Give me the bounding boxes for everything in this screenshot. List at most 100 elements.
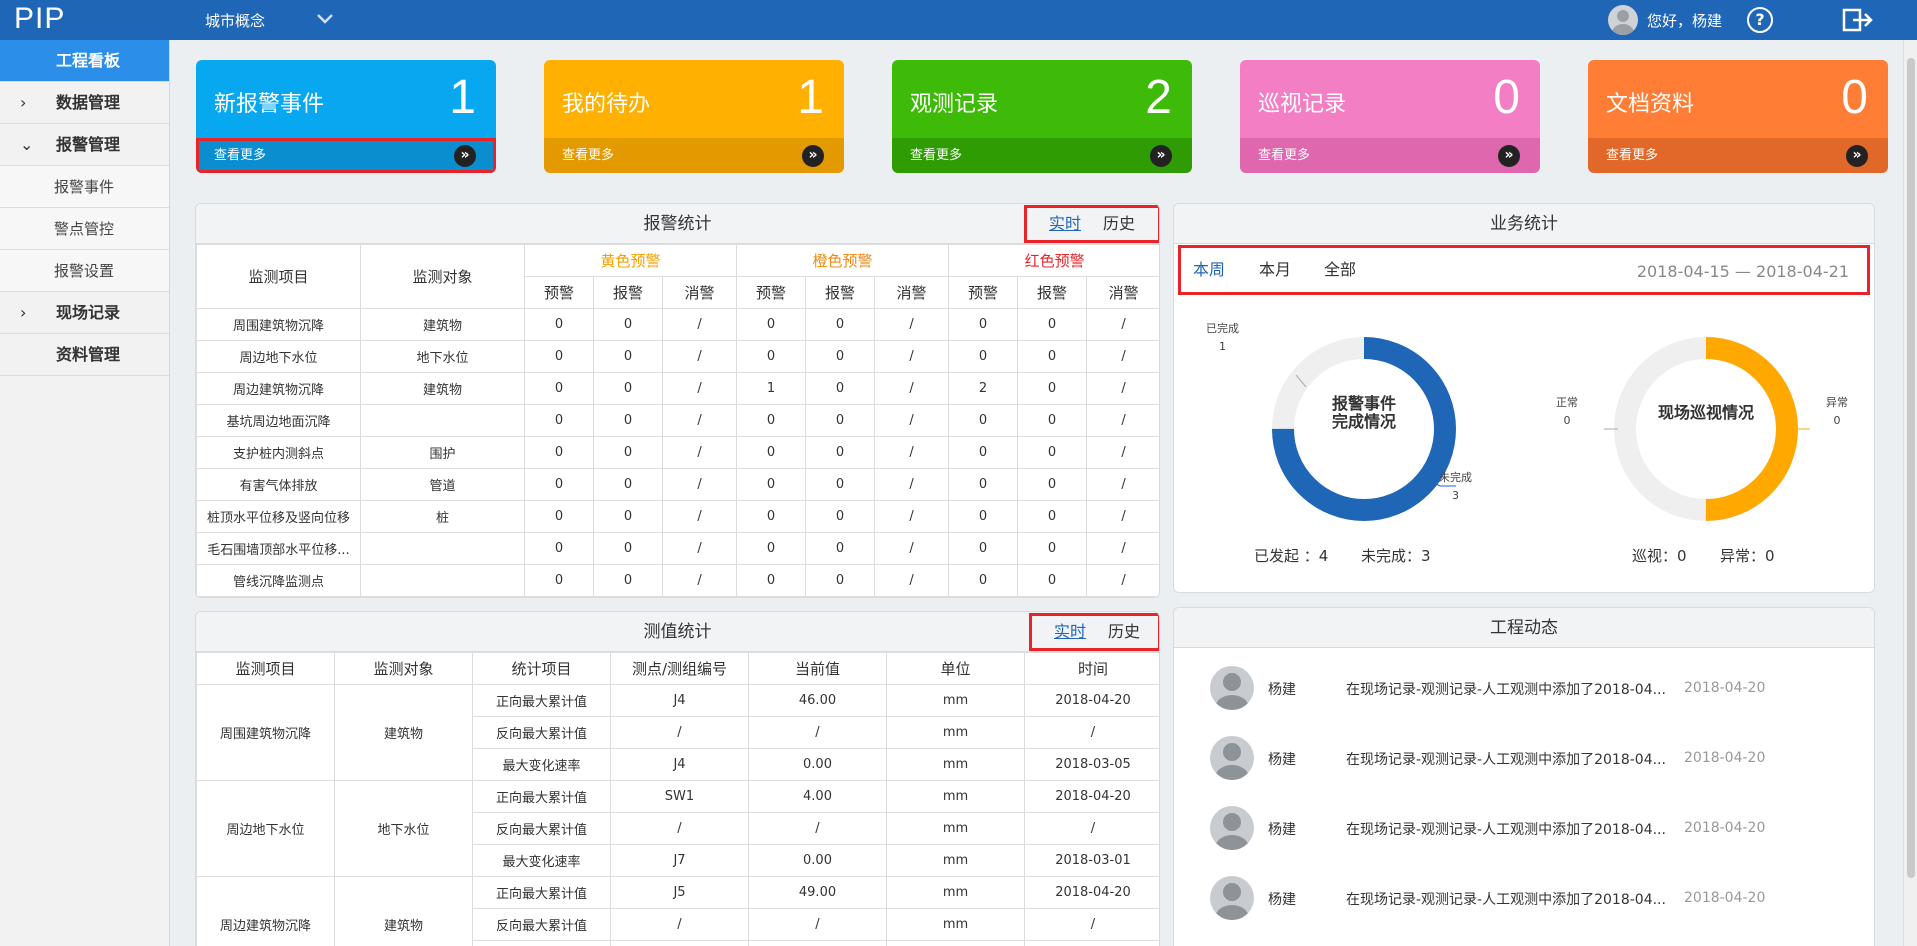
sidebar-item-documents[interactable]: 资料管理	[0, 334, 169, 376]
table-cell: 反向最大累计值	[472, 908, 611, 941]
col-subheader: 消警	[1086, 276, 1159, 309]
table-cell: /	[661, 340, 738, 373]
table-cell: 0	[948, 500, 1019, 533]
table-cell: /	[661, 500, 738, 533]
table-row[interactable]: 有害气体排放 管道 0 0/0 0/0 0/	[196, 468, 1159, 501]
table-cell: /	[874, 532, 950, 565]
table-cell: 地下水位	[360, 340, 525, 373]
activity-item[interactable]: 杨建 在现场记录-观测记录-人工观测中添加了2018-04... 2018-04…	[1210, 876, 1850, 920]
measure-table-body: 周围建筑物沉降 建筑物 正向最大累计值 J4 46.00 mm 2018-04-20 反向最大…	[196, 684, 1159, 946]
sidebar-item-data-management[interactable]: › 数据管理	[0, 82, 169, 124]
donut-undone-label: 未完成 3	[1439, 469, 1472, 502]
double-chevron-right-icon[interactable]: »	[1846, 145, 1868, 167]
table-row[interactable]: 基坑周边地面沉降 0 0/0 0/0 0/	[196, 404, 1159, 437]
table-row[interactable]: 桩顶水平位移及竖向位移桩 0 0/0 0/0 0/	[196, 500, 1159, 533]
col-subheader: 预警	[948, 276, 1019, 309]
table-row[interactable]: 周边建筑物沉降 建筑物 正向最大累计值 J5 49.00 mm 2018-04-20	[196, 876, 1159, 946]
table-cell: /	[874, 372, 950, 405]
table-cell: 0	[1017, 340, 1088, 373]
card-more-link[interactable]: 查看更多 »	[1240, 138, 1540, 173]
table-cell: 0	[736, 468, 807, 501]
double-chevron-right-icon[interactable]: »	[802, 145, 824, 167]
table-cell: 0	[593, 404, 663, 437]
card-more-label: 查看更多	[562, 148, 615, 163]
table-cell: 桩顶水平位移及竖向位移	[196, 500, 361, 533]
activity-item[interactable]: 杨建 在现场记录-观测记录-人工观测中添加了2018-04... 2018-04…	[1210, 736, 1850, 780]
card-more-link[interactable]: 查看更多 »	[544, 138, 844, 173]
sidebar-item-dashboard[interactable]: 工程看板	[0, 40, 169, 82]
activity-text[interactable]: 在现场记录-观测记录-人工观测中添加了2018-04...	[1346, 819, 1666, 839]
table-cell: /	[748, 812, 887, 845]
tab-history[interactable]: 历史	[1103, 209, 1135, 239]
card-more-label: 查看更多	[910, 148, 963, 163]
table-cell: 0	[948, 308, 1019, 341]
tab-realtime[interactable]: 实时	[1054, 617, 1086, 647]
sidebar-subitem-alarm-points[interactable]: 警点管控	[0, 208, 169, 250]
table-cell: /	[1086, 404, 1159, 437]
table-cell: /	[1086, 340, 1159, 373]
table-row[interactable]: 周边建筑物沉降 建筑物 0 0/1 0/2 0/	[196, 372, 1159, 405]
table-cell: /	[661, 372, 738, 405]
col-header: 单位	[886, 652, 1025, 685]
double-chevron-right-icon[interactable]: »	[454, 145, 476, 167]
avatar	[1210, 876, 1254, 920]
help-icon[interactable]: ?	[1747, 7, 1773, 33]
sidebar-subitem-alarm-settings[interactable]: 报警设置	[0, 250, 169, 292]
table-cell: 2018-03-05	[1024, 940, 1159, 946]
app-logo[interactable]: PIP	[14, 2, 65, 36]
table-cell: mm	[886, 908, 1025, 941]
measure-stats-table: 监测项目 监测对象 统计项目 测点/测组编号 当前值 单位 时间 周围建筑物沉降 建筑物 正向最…	[196, 652, 1159, 946]
table-cell: 0	[948, 340, 1019, 373]
table-cell: /	[661, 564, 738, 597]
logout-icon[interactable]	[1842, 8, 1874, 32]
col-header-object: 监测对象	[360, 244, 525, 309]
card-more-link[interactable]: 查看更多 »	[1588, 138, 1888, 173]
table-row[interactable]: 周边地下水位 地下水位 0 0/0 0/0 0/	[196, 340, 1159, 373]
table-cell: /	[1086, 468, 1159, 501]
tab-realtime[interactable]: 实时	[1049, 209, 1081, 239]
page-scrollbar[interactable]	[1903, 40, 1917, 946]
filter-this-month[interactable]: 本月	[1259, 256, 1291, 280]
sidebar-item-alarm-management[interactable]: ⌄ 报警管理	[0, 124, 169, 166]
table-cell: 0	[1017, 564, 1088, 597]
filter-this-week[interactable]: 本周	[1193, 256, 1225, 280]
table-row[interactable]: 周围建筑物沉降 建筑物 0 0/0 0/0 0/	[196, 308, 1159, 341]
table-row[interactable]: 支护桩内测斜点 围护 0 0/0 0/0 0/	[196, 436, 1159, 469]
card-more-link[interactable]: 查看更多 »	[892, 138, 1192, 173]
alarm-stats-tabs: 实时 历史	[1024, 205, 1159, 243]
project-selector-label[interactable]: 城市概念	[205, 10, 265, 31]
double-chevron-right-icon[interactable]: »	[1498, 145, 1520, 167]
table-cell: 地下水位	[334, 780, 473, 877]
table-cell: 0	[805, 564, 876, 597]
sidebar-item-label: 资料管理	[56, 345, 121, 364]
table-cell: 0	[805, 436, 876, 469]
table-row[interactable]: 周边地下水位 地下水位 正向最大累计值 SW1 4.00 mm 2018-04-20	[196, 780, 1159, 877]
activity-item[interactable]: 杨建 在现场记录-观测记录-人工观测中添加了2018-04... 2018-04…	[1210, 666, 1850, 710]
col-header: 统计项目	[472, 652, 611, 685]
table-row[interactable]: 管线沉降监测点 0 0/0 0/0 0/	[196, 564, 1159, 597]
chevron-down-icon[interactable]	[314, 8, 336, 30]
sidebar-subitem-alarm-events[interactable]: 报警事件	[0, 166, 169, 208]
col-subheader: 报警	[805, 276, 876, 309]
table-cell: 管道	[360, 468, 525, 501]
table-row[interactable]: 周围建筑物沉降 建筑物 正向最大累计值 J4 46.00 mm 2018-04-20	[196, 684, 1159, 781]
card-more-label: 查看更多	[1258, 148, 1311, 163]
center-line-1: 报警事件	[1331, 394, 1396, 413]
card-more-link[interactable]: 查看更多 »	[196, 138, 496, 173]
table-cell	[360, 564, 525, 597]
sidebar-item-site-records[interactable]: › 现场记录	[0, 292, 169, 334]
activity-item[interactable]: 杨建 在现场记录-观测记录-人工观测中添加了2018-04... 2018-04…	[1210, 806, 1850, 850]
double-chevron-right-icon[interactable]: »	[1150, 145, 1172, 167]
tab-history[interactable]: 历史	[1108, 617, 1140, 647]
filter-all[interactable]: 全部	[1324, 256, 1356, 280]
card-count: 1	[449, 71, 476, 124]
panel-header: 报警统计 实时 历史	[196, 204, 1159, 244]
activity-text[interactable]: 在现场记录-观测记录-人工观测中添加了2018-04...	[1346, 679, 1666, 699]
table-row[interactable]: 毛石围墙顶部水平位移... 0 0/0 0/0 0/	[196, 532, 1159, 565]
user-avatar[interactable]	[1608, 5, 1638, 35]
activity-text[interactable]: 在现场记录-观测记录-人工观测中添加了2018-04...	[1346, 749, 1666, 769]
activity-text[interactable]: 在现场记录-观测记录-人工观测中添加了2018-04...	[1346, 889, 1666, 909]
card-documents: 文档资料 0 查看更多 »	[1588, 60, 1888, 173]
scrollbar-thumb[interactable]	[1907, 58, 1915, 878]
table-cell: 1	[736, 372, 807, 405]
